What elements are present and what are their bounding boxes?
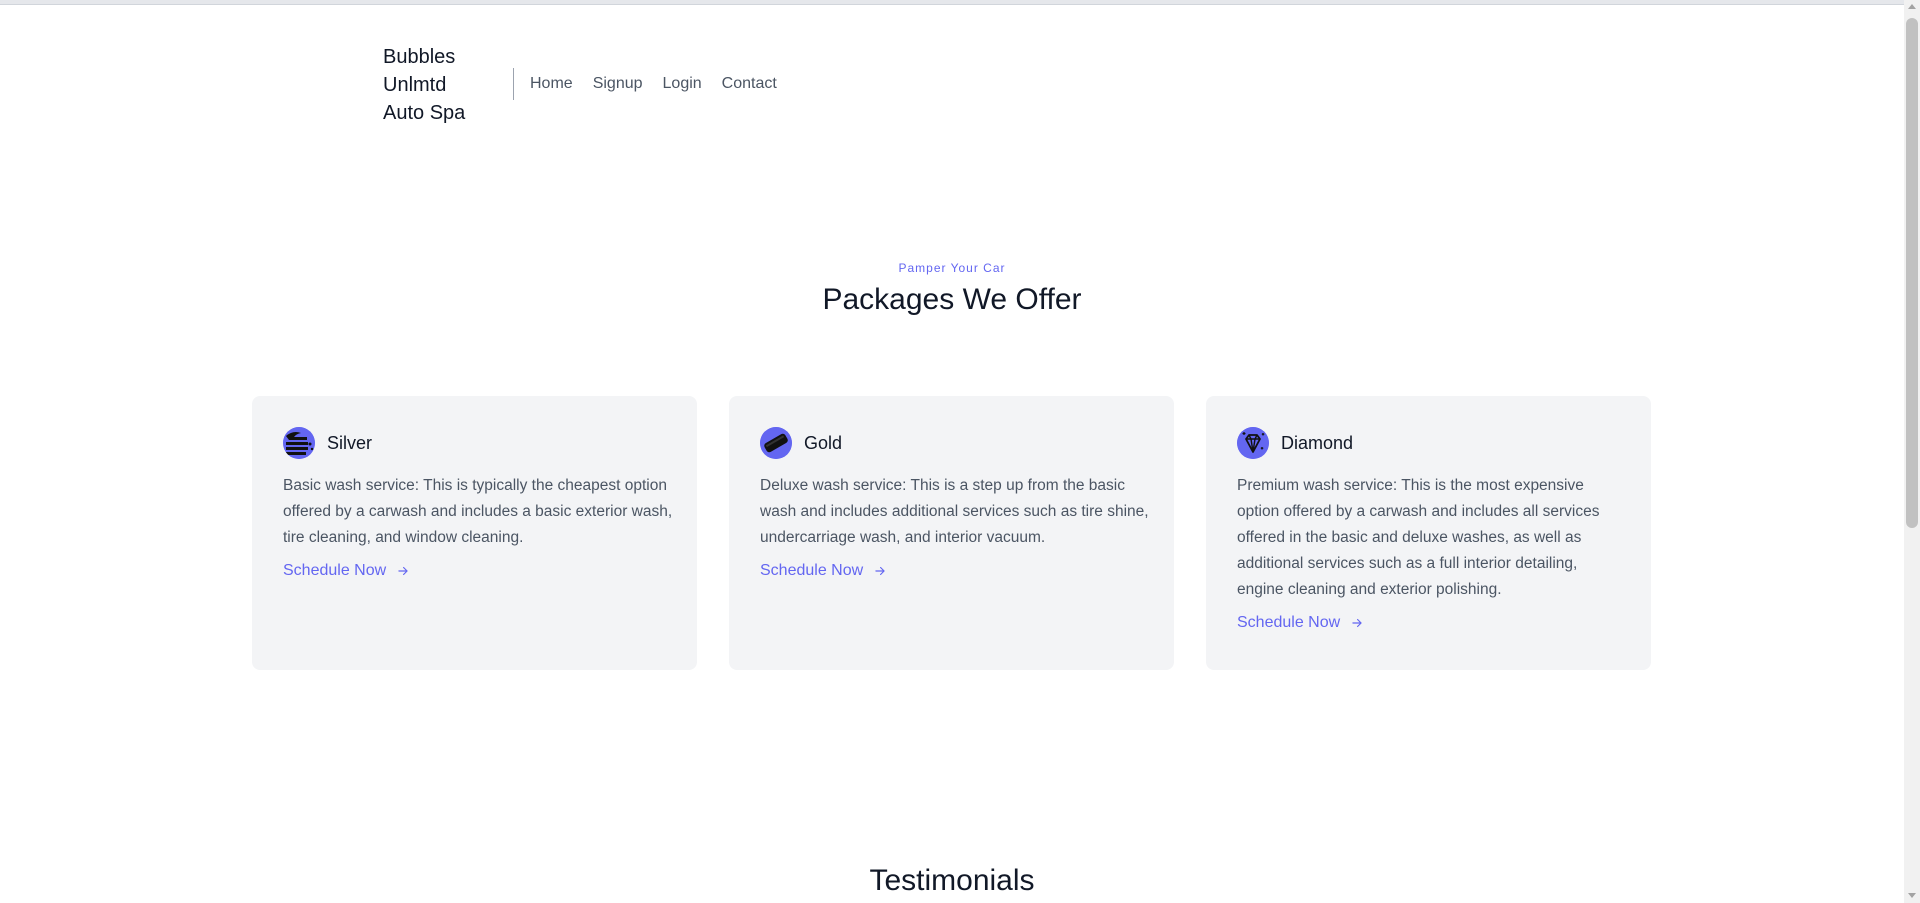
- card-header: Gold: [760, 427, 842, 459]
- link-label: Schedule Now: [760, 562, 864, 579]
- link-label: Schedule Now: [283, 562, 387, 579]
- nav-contact-link[interactable]: Contact: [722, 72, 777, 96]
- card-title: Silver: [327, 433, 373, 453]
- card-header: Diamond: [1237, 427, 1353, 459]
- brand-line-3: Auto Spa: [383, 102, 466, 124]
- nav-signup-link[interactable]: Signup: [593, 72, 643, 96]
- diamond-icon: [1237, 427, 1269, 459]
- card-description: Premium wash service: This is the most e…: [1237, 477, 1600, 598]
- schedule-now-link[interactable]: Schedule Now: [760, 562, 887, 580]
- nav-home-link[interactable]: Home: [530, 72, 573, 96]
- arrow-right-icon: [873, 564, 887, 578]
- arrow-right-icon: [396, 564, 410, 578]
- section-eyebrow: Pamper Your Car: [898, 261, 1006, 275]
- scroll-up-icon[interactable]: [1908, 4, 1916, 9]
- package-card-gold: Gold Deluxe wash service: This is a step…: [729, 396, 1174, 670]
- schedule-now-link[interactable]: Schedule Now: [283, 562, 410, 580]
- arrow-right-icon: [1350, 616, 1364, 630]
- link-label: Schedule Now: [1237, 614, 1341, 631]
- nav-login-link[interactable]: Login: [663, 72, 702, 96]
- sponge-icon: [760, 427, 792, 459]
- brand-line-1: Bubbles: [383, 46, 456, 68]
- card-header: Silver: [283, 427, 372, 459]
- main-nav: Home Signup Login Contact: [530, 72, 777, 96]
- schedule-now-link[interactable]: Schedule Now: [1237, 614, 1364, 632]
- card-title: Gold: [804, 433, 843, 453]
- nav-divider: [513, 68, 514, 100]
- package-card-silver: Silver Basic wash service: This is typic…: [252, 396, 697, 670]
- section-title: Packages We Offer: [822, 283, 1082, 316]
- testimonials-title: Testimonials: [869, 864, 1035, 897]
- scrollbar-thumb[interactable]: [1906, 18, 1918, 528]
- brand-line-2: Unlmtd: [383, 74, 447, 96]
- car-wash-icon: [283, 427, 315, 459]
- card-description: Basic wash service: This is typically th…: [283, 477, 673, 546]
- card-title: Diamond: [1281, 433, 1354, 453]
- package-card-diamond: Diamond Premium wash service: This is th…: [1206, 396, 1651, 670]
- scroll-down-icon[interactable]: [1908, 893, 1916, 898]
- brand-logo-text[interactable]: Bubbles Unlmtd Auto Spa: [383, 43, 493, 127]
- browser-top-border: [0, 0, 1904, 5]
- card-description: Deluxe wash service: This is a step up f…: [760, 477, 1149, 546]
